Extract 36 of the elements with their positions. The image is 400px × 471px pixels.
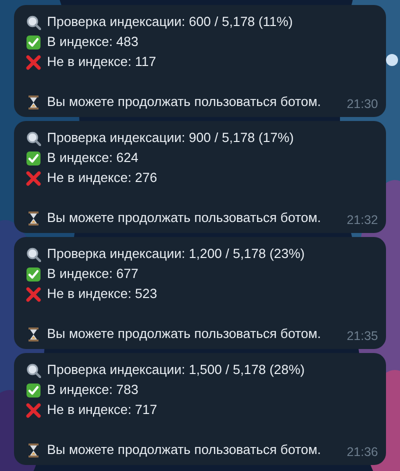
message-text: Проверка индексации: 1,500 / 5,178 (28%) (47, 361, 305, 380)
message-time: 21:35 (346, 328, 378, 345)
message-text: В индексе: 783 (47, 381, 138, 400)
check-icon (26, 266, 41, 282)
hourglass-icon (26, 326, 41, 342)
message-text: В индексе: 624 (47, 149, 138, 168)
message-text: Вы можете продолжать пользоваться ботом. (47, 441, 321, 460)
check-icon (26, 150, 41, 166)
message-text: Не в индексе: 523 (47, 285, 158, 304)
message-text: Вы можете продолжать пользоваться ботом. (47, 325, 321, 344)
message-text: Не в индексе: 717 (47, 401, 158, 420)
message-text: В индексе: 483 (47, 33, 138, 52)
check-icon (26, 34, 41, 50)
message-text: Проверка индексации: 1,200 / 5,178 (23%) (47, 245, 305, 264)
cross-icon (26, 286, 41, 302)
hourglass-icon (26, 94, 41, 110)
hourglass-icon (26, 442, 41, 458)
message-text: Не в индексе: 117 (47, 53, 156, 72)
cross-icon (26, 170, 41, 186)
message-text: Проверка индексации: 900 / 5,178 (17%) (47, 129, 294, 148)
magnifier-icon (26, 130, 41, 146)
cross-icon (26, 402, 41, 418)
message-time: 21:30 (346, 96, 378, 113)
message-text: Вы можете продолжать пользоваться ботом. (47, 93, 321, 112)
hourglass-icon (26, 210, 41, 226)
message-time: 21:36 (346, 444, 378, 461)
message-time: 21:32 (346, 212, 378, 229)
message-text: В индексе: 677 (47, 265, 138, 284)
message-text: Вы можете продолжать пользоваться ботом. (47, 209, 321, 228)
cross-icon (26, 54, 41, 70)
magnifier-icon (26, 14, 41, 30)
magnifier-icon (26, 362, 41, 378)
check-icon (26, 382, 41, 398)
message-text: Проверка индексации: 600 / 5,178 (11%) (47, 13, 293, 32)
message-text: Не в индексе: 276 (47, 169, 158, 188)
magnifier-icon (26, 246, 41, 262)
